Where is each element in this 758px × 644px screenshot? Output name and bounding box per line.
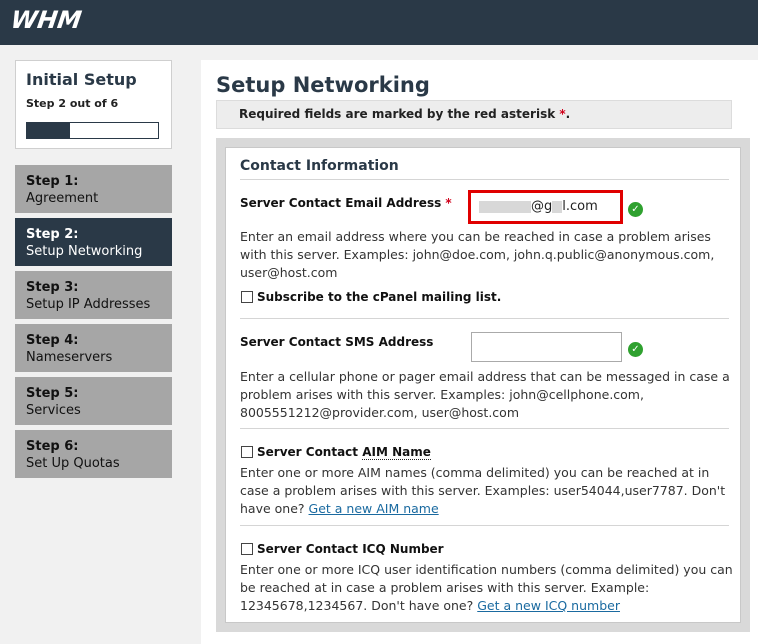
email-label-text: Server Contact Email Address	[240, 196, 442, 210]
top-bar: WHM	[0, 0, 758, 45]
email-label: Server Contact Email Address *	[240, 196, 452, 210]
subscribe-label[interactable]: Subscribe to the cPanel mailing list.	[257, 290, 501, 304]
aim-label-abbr: AIM Name	[362, 445, 431, 460]
step-number: Step 3:	[26, 280, 79, 295]
steps-nav: Step 1: Agreement Step 2: Setup Networki…	[15, 165, 172, 483]
step-number: Step 6:	[26, 439, 79, 454]
aim-label[interactable]: Server Contact AIM Name	[257, 445, 431, 460]
step-label: Set Up Quotas	[26, 456, 120, 471]
step-label: Services	[26, 403, 81, 418]
step-label: Nameservers	[26, 350, 113, 365]
divider	[240, 179, 729, 180]
step-label: Setup Networking	[26, 244, 143, 259]
aim-label-prefix: Server Contact	[257, 445, 363, 459]
step-setup-networking[interactable]: Step 2: Setup Networking	[15, 218, 172, 266]
step-nameservers[interactable]: Step 4: Nameservers	[15, 324, 172, 372]
divider	[240, 318, 729, 319]
progress-bar	[26, 122, 159, 139]
step-services[interactable]: Step 5: Services	[15, 377, 172, 425]
email-description: Enter an email address where you can be …	[240, 229, 715, 280]
email-value-part: @g	[531, 199, 553, 214]
sms-label: Server Contact SMS Address	[240, 335, 434, 349]
step-agreement[interactable]: Step 1: Agreement	[15, 165, 172, 213]
divider	[240, 428, 729, 429]
required-asterisk: *	[445, 196, 452, 210]
step-set-up-quotas[interactable]: Step 6: Set Up Quotas	[15, 430, 172, 478]
step-number: Step 5:	[26, 386, 79, 401]
get-aim-link[interactable]: Get a new AIM name	[309, 501, 439, 516]
required-notice: Required fields are marked by the red as…	[216, 100, 732, 129]
aim-checkbox[interactable]	[241, 446, 253, 458]
step-label: Setup IP Addresses	[26, 297, 151, 312]
icq-checkbox[interactable]	[241, 543, 253, 555]
divider	[240, 525, 729, 526]
page-title: Setup Networking	[216, 73, 430, 97]
step-number: Step 4:	[26, 333, 79, 348]
step-label: Agreement	[26, 191, 99, 206]
sms-description: Enter a cellular phone or pager email ad…	[240, 369, 730, 420]
valid-check-icon: ✓	[628, 342, 643, 357]
get-icq-link[interactable]: Get a new ICQ number	[477, 598, 620, 613]
main-content: Setup Networking Required fields are mar…	[201, 60, 758, 644]
aim-description: Enter one or more AIM names (comma delim…	[240, 464, 735, 518]
icq-label[interactable]: Server Contact ICQ Number	[257, 542, 444, 556]
notice-period: .	[565, 107, 571, 121]
email-value-domain: l.com	[562, 199, 598, 214]
setup-title: Initial Setup	[26, 70, 137, 89]
step-number: Step 2:	[26, 227, 79, 242]
sms-field[interactable]	[471, 332, 622, 362]
setup-progress-box: Initial Setup Step 2 out of 6	[15, 60, 172, 149]
panel-title: Contact Information	[240, 158, 399, 174]
notice-text: Required fields are marked by the red as…	[239, 107, 556, 121]
step-setup-ip-addresses[interactable]: Step 3: Setup IP Addresses	[15, 271, 172, 319]
contact-panel-wrap: Contact Information Server Contact Email…	[216, 138, 750, 632]
whm-logo[interactable]: WHM	[9, 6, 83, 34]
progress-fill	[27, 123, 71, 138]
redacted-text	[479, 200, 531, 213]
contact-panel: Contact Information Server Contact Email…	[225, 147, 741, 623]
setup-step-counter: Step 2 out of 6	[26, 97, 119, 110]
redacted-text	[552, 200, 563, 213]
step-number: Step 1:	[26, 174, 79, 189]
subscribe-checkbox[interactable]	[241, 291, 253, 303]
valid-check-icon: ✓	[628, 202, 643, 217]
icq-description: Enter one or more ICQ user identificatio…	[240, 561, 735, 615]
email-field[interactable]: @g l.com	[468, 190, 623, 224]
